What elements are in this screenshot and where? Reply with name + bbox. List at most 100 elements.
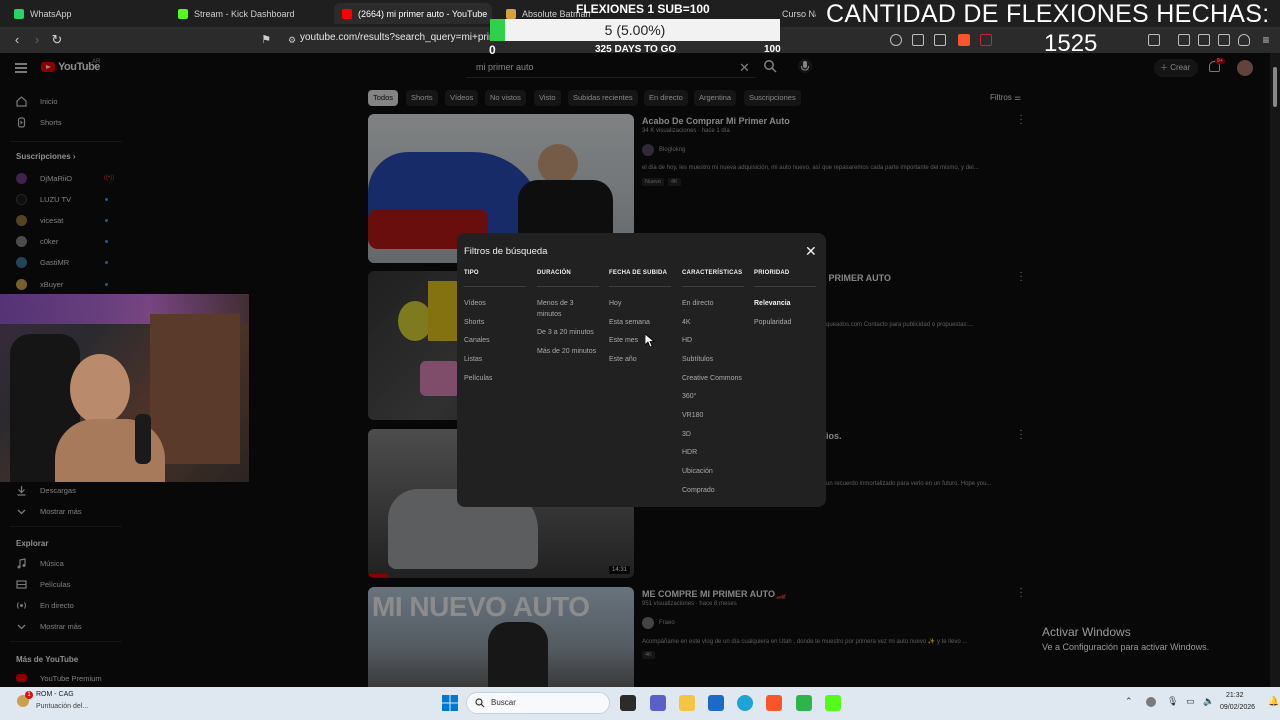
filter-option-este-ano[interactable]: Este año [609,354,637,365]
filter-option-subtitulos[interactable]: Subtítulos [682,354,713,365]
volume-icon[interactable]: 🔈 [1203,696,1214,707]
filter-option-hdr[interactable]: HDR [682,447,697,458]
filter-column-heading: PRIORIDAD [754,270,790,276]
search-filters-dialog: Filtros de búsqueda ✕ TIPO Vídeos Shorts… [457,233,826,507]
taskbar-clock[interactable]: 21:32 [1226,692,1244,699]
tab-whatsapp[interactable]: WhatsApp [10,3,160,24]
filter-option-este-mes[interactable]: Este mes [609,335,638,346]
goal-min-value: 0 [489,43,496,57]
filter-column-heading: CARACTERÍSTICAS [682,270,743,276]
column-divider [537,286,599,287]
filter-option-360[interactable]: 360° [682,391,696,402]
browser-menu-icon[interactable]: ≡ [1258,32,1274,48]
filter-column-heading: FECHA DE SUBIDA [609,270,668,276]
taskbar-search-placeholder: Buscar [491,698,516,707]
cast-icon[interactable] [912,34,924,46]
filter-option-4k[interactable]: 4K [682,317,691,328]
tab-label: WhatsApp [30,8,72,19]
filter-option-3d[interactable]: 3D [682,429,691,440]
tab-curso-seguridad-vial[interactable]: Curso Nacional de Seguridad Vial [782,3,816,24]
goal-title: FLEXIONES 1 SUB=100 [576,2,710,16]
wallet-icon[interactable] [1198,34,1210,46]
brave-shield-icon[interactable] [958,34,970,46]
split-view-icon[interactable] [1178,34,1190,46]
tray-chevron-up-icon[interactable]: ⌃ [1125,696,1133,707]
mouse-cursor-icon [645,334,655,348]
goal-progress-bar: 5 (5.00%) [490,19,780,41]
filter-column-heading: DURACIÓN [537,270,571,276]
dialog-title: Filtros de búsqueda [464,246,548,257]
pushup-count-value: 1525 [1044,30,1098,57]
filter-option-3-a-20-min[interactable]: De 3 a 20 minutos [537,327,594,338]
filter-option-listas[interactable]: Listas [464,354,482,365]
youtube-tab-icon [342,8,352,19]
tab-kick-dashboard[interactable]: Stream - Kick Dashboard [176,3,326,24]
site-info-icon[interactable]: ⚙ [284,32,300,48]
webcam-overlay [0,294,249,482]
filter-option-hoy[interactable]: Hoy [609,298,621,309]
search-icon [475,698,485,708]
filter-option-menos-3-min[interactable]: Menos de 3 minutos [537,298,589,320]
kick-icon [178,8,188,19]
goal-days-left: 325 DAYS TO GO [595,44,677,55]
column-divider [464,286,526,287]
store-icon[interactable] [708,695,724,711]
tab-label: (2664) mi primer auto - YouTube [358,8,488,19]
filter-option-popularidad[interactable]: Popularidad [754,317,791,328]
brave-rewards-icon[interactable] [980,34,992,46]
goal-max-value: 100 [764,44,781,55]
microphone-tray-icon[interactable]: 🎙 [1167,696,1178,707]
bookmark-icon[interactable]: ⚑ [258,32,274,48]
filter-option-vr180[interactable]: VR180 [682,410,703,421]
network-icon[interactable]: ▭ [1186,696,1195,707]
windows-start-icon[interactable] [442,695,458,711]
notification-title[interactable]: ROM - CAG [36,691,74,698]
page-scrollbar[interactable] [1270,53,1280,687]
filter-option-shorts[interactable]: Shorts [464,317,484,328]
vpn-icon[interactable] [1238,34,1250,46]
extensions-icon[interactable] [1218,34,1230,46]
scrollbar-thumb[interactable] [1273,67,1277,107]
teams-icon[interactable] [650,695,666,711]
notification-subtitle: Puntuación del... [36,703,89,710]
brave-icon[interactable] [766,695,782,711]
filter-option-ubicacion[interactable]: Ubicación [682,466,713,477]
task-view-icon[interactable] [620,695,636,711]
filter-option-videos[interactable]: Vídeos [464,298,486,309]
filter-option-creative-commons[interactable]: Creative Commons [682,373,742,384]
back-button[interactable]: ‹ [9,32,25,48]
goal-progress-text: 5 (5.00%) [604,22,666,38]
tab-youtube-active[interactable]: (2664) mi primer auto - YouTube ✕ [334,3,492,24]
filter-column-heading: TIPO [464,270,479,276]
activate-windows-subtitle: Ve a Configuración para activar Windows. [1042,642,1210,652]
filter-option-hd[interactable]: HD [682,335,692,346]
filter-option-esta-semana[interactable]: Esta semana [609,317,650,328]
kick-app-icon[interactable] [825,695,841,711]
edge-icon[interactable] [737,695,753,711]
app-green-icon[interactable] [796,695,812,711]
zoom-icon[interactable] [890,34,902,46]
windows-taskbar: 1 ROM - CAG Puntuación del... Buscar ⌃ 🎙… [0,687,1280,720]
filter-option-mas-20-min[interactable]: Más de 20 minutos [537,346,596,357]
forward-button[interactable]: › [29,32,45,48]
sidebar-toggle-icon[interactable] [1148,34,1160,46]
batman-tab-icon [506,8,516,19]
filter-option-canales[interactable]: Canales [464,335,490,346]
whatsapp-icon [14,8,24,19]
column-divider [682,286,744,287]
taskbar-date[interactable]: 09/02/2026 [1220,704,1255,711]
column-divider [609,286,671,287]
close-icon[interactable]: ✕ [805,243,817,260]
share-icon[interactable] [934,34,946,46]
filter-option-comprado[interactable]: Comprado [682,485,715,496]
taskbar-search-input[interactable]: Buscar [466,692,610,714]
tray-app-icon[interactable] [1146,697,1156,707]
filter-option-en-directo[interactable]: En directo [682,298,714,309]
notifications-icon[interactable]: 🔔 [1268,696,1279,707]
filter-option-relevancia[interactable]: Relevancia [754,298,791,309]
filter-option-peliculas[interactable]: Películas [464,373,492,384]
tab-label: Curso Nacional de Seguridad Vial [782,8,816,19]
tab-label: Stream - Kick Dashboard [194,8,295,19]
file-explorer-icon[interactable] [679,695,695,711]
reload-button[interactable]: ↻ [49,32,65,48]
